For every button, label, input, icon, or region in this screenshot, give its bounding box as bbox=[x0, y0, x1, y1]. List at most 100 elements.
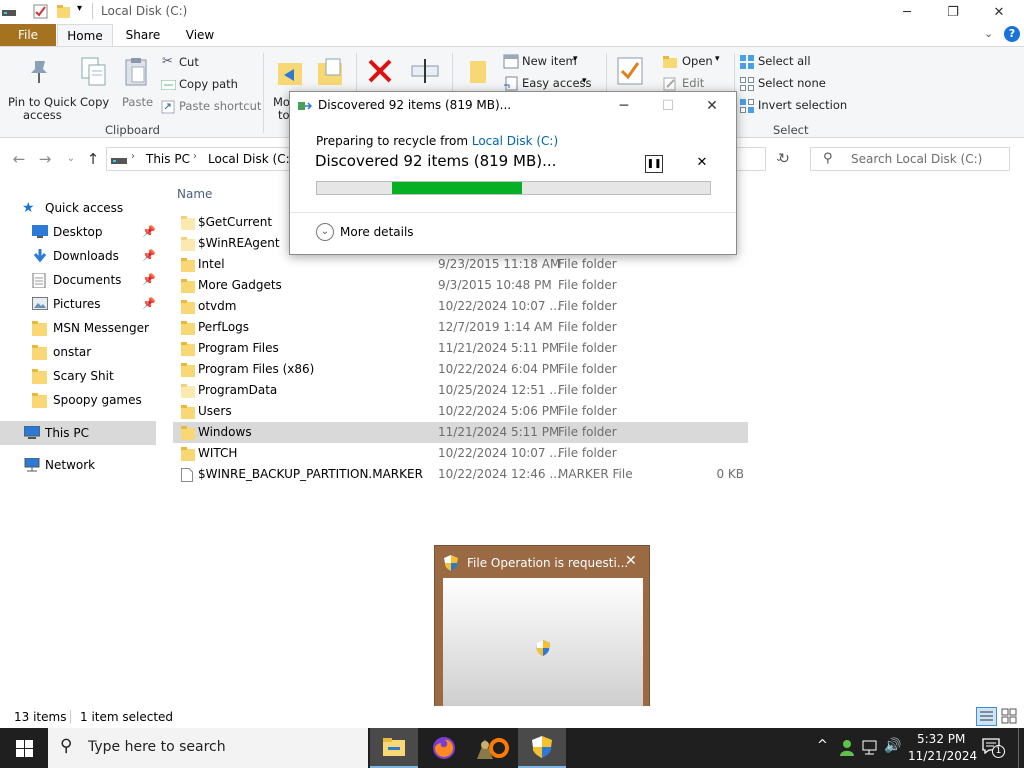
notification-center-button[interactable]: 1 bbox=[982, 738, 1005, 758]
uac-shield-icon bbox=[443, 554, 459, 572]
up-icon[interactable]: ↑ bbox=[82, 148, 104, 170]
invert-selection-button[interactable]: Invert selection bbox=[738, 97, 848, 115]
open-button[interactable]: Open ▾ bbox=[660, 53, 730, 71]
refresh-button[interactable]: ↻ bbox=[772, 148, 796, 170]
clock-time[interactable]: 5:32 PM bbox=[917, 732, 965, 746]
drive-icon[interactable] bbox=[2, 5, 16, 19]
nav-desktop-label: Desktop bbox=[53, 225, 103, 239]
dialog-maximize-button[interactable]: ☐ bbox=[646, 92, 690, 120]
copy-to-icon[interactable] bbox=[316, 57, 346, 87]
uac-close-button[interactable]: ✕ bbox=[625, 553, 637, 569]
folder-icon bbox=[32, 321, 47, 336]
table-row[interactable]: Program Files 11/21/2024 5:11 PM File fold… bbox=[173, 338, 748, 359]
dialog-minimize-button[interactable]: ─ bbox=[602, 92, 646, 120]
new-folder-large-icon[interactable] bbox=[468, 57, 488, 85]
breadcrumb-this-pc[interactable]: This PC bbox=[146, 152, 190, 166]
show-hidden-icons-icon[interactable]: ^ bbox=[817, 738, 828, 753]
folder-icon bbox=[32, 345, 47, 360]
file-date: 10/22/2024 6:04 PM bbox=[438, 362, 560, 376]
pin-icon[interactable]: 📌 bbox=[142, 244, 156, 268]
new-item-button[interactable]: New item ▾ bbox=[501, 53, 601, 71]
table-row[interactable]: Users 10/22/2024 5:06 PM File folder bbox=[173, 401, 748, 422]
title-divider bbox=[92, 3, 93, 19]
progress-heading: Discovered 92 items (819 MB)... bbox=[315, 152, 557, 170]
paste-shortcut-label: Paste shortcut bbox=[179, 99, 262, 113]
help-icon[interactable]: ? bbox=[1004, 26, 1020, 42]
customize-toolbar-icon[interactable]: ▾ bbox=[77, 3, 82, 14]
breadcrumb-local-disk[interactable]: Local Disk (C:) bbox=[208, 152, 294, 166]
close-button[interactable]: ✕ bbox=[976, 0, 1022, 24]
table-row[interactable]: PerfLogs 12/7/2019 1:14 AM File folder bbox=[173, 317, 748, 338]
restore-button[interactable]: ❐ bbox=[930, 0, 976, 24]
taskbar-uac[interactable] bbox=[518, 728, 566, 768]
file-date: 10/22/2024 12:46 ... bbox=[438, 467, 561, 481]
pin-icon[interactable]: 📌 bbox=[142, 292, 156, 316]
table-row[interactable]: $WINRE_BACKUP_PARTITION.MARKER 10/22/2024… bbox=[173, 464, 748, 485]
minimize-button[interactable]: ─ bbox=[884, 0, 930, 24]
source-link[interactable]: Local Disk (C:) bbox=[472, 134, 558, 148]
taskbar-firefox[interactable] bbox=[420, 728, 468, 768]
tab-view[interactable]: View bbox=[175, 24, 225, 46]
show-desktop-button[interactable] bbox=[1018, 728, 1024, 768]
copy-button[interactable]: Copy bbox=[76, 51, 112, 111]
search-box[interactable]: ⚲ Search Local Disk (C:) bbox=[810, 147, 1010, 171]
taskbar: ⚲ Type here to search ^ 🔊 5:32 PM 11/21/… bbox=[0, 728, 1024, 768]
search-placeholder: Search Local Disk (C:) bbox=[851, 152, 983, 166]
more-details-button[interactable]: ⌄ More details bbox=[314, 223, 434, 245]
paste-shortcut-button[interactable]: Paste shortcut bbox=[160, 98, 270, 116]
start-button[interactable] bbox=[0, 728, 48, 768]
properties-icon[interactable] bbox=[33, 4, 48, 19]
large-icons-view-icon[interactable] bbox=[1001, 708, 1017, 724]
rename-icon[interactable] bbox=[410, 57, 440, 85]
computer-icon bbox=[24, 426, 40, 440]
nav-this-pc[interactable]: This PC bbox=[0, 421, 156, 445]
copy-path-button[interactable]: Copy path bbox=[160, 76, 270, 94]
pause-button[interactable]: ❚❚ bbox=[645, 155, 663, 173]
table-row[interactable]: WITCH 10/22/2024 10:07 ... File folder bbox=[173, 443, 748, 464]
clock-date[interactable]: 11/21/2024 bbox=[908, 749, 977, 763]
paste-button[interactable]: Paste bbox=[116, 51, 156, 111]
people-icon[interactable] bbox=[839, 739, 855, 757]
pin-icon[interactable]: 📌 bbox=[142, 220, 156, 244]
file-name: More Gadgets bbox=[198, 278, 282, 292]
new-folder-icon[interactable] bbox=[56, 4, 71, 19]
select-none-icon bbox=[740, 77, 755, 91]
taskbar-app[interactable] bbox=[468, 728, 516, 768]
recent-locations-icon[interactable]: ⌄ bbox=[60, 148, 82, 170]
taskbar-search-box[interactable]: ⚲ Type here to search bbox=[48, 728, 368, 768]
select-all-button[interactable]: Select all bbox=[738, 53, 848, 71]
edit-label: Edit bbox=[682, 76, 705, 90]
expand-ribbon-icon[interactable]: ⌄ bbox=[984, 27, 993, 40]
tab-file[interactable]: File bbox=[0, 24, 56, 46]
table-row[interactable]: Intel 9/23/2015 11:18 AM File folder bbox=[173, 254, 748, 275]
table-row[interactable]: Program Files (x86) 10/22/2024 6:04 PM Fil… bbox=[173, 359, 748, 380]
forward-icon[interactable]: → bbox=[34, 148, 56, 170]
taskbar-file-explorer[interactable] bbox=[370, 728, 418, 768]
pin-icon[interactable]: 📌 bbox=[142, 268, 156, 292]
tab-home[interactable]: Home bbox=[57, 24, 113, 46]
table-row[interactable]: Windows 11/21/2024 5:11 PM File folder bbox=[173, 422, 748, 443]
dialog-close-button[interactable]: ✕ bbox=[690, 92, 734, 120]
tab-share[interactable]: Share bbox=[118, 24, 168, 46]
table-row[interactable]: ProgramData 10/25/2024 12:51 ... File fold… bbox=[173, 380, 748, 401]
cut-button[interactable]: ✂ Cut bbox=[160, 54, 270, 72]
table-row[interactable]: More Gadgets 9/3/2015 10:48 PM File folder bbox=[173, 275, 748, 296]
details-view-icon[interactable] bbox=[976, 707, 997, 726]
volume-icon[interactable]: 🔊 bbox=[884, 738, 901, 754]
select-none-button[interactable]: Select none bbox=[738, 75, 848, 93]
cancel-operation-button[interactable]: ✕ bbox=[693, 154, 711, 172]
delete-icon[interactable] bbox=[366, 57, 394, 85]
properties-large-icon[interactable] bbox=[617, 55, 643, 85]
uac-title: File Operation is requesti... bbox=[467, 556, 629, 570]
back-icon[interactable]: ← bbox=[8, 148, 30, 170]
window-title: Local Disk (C:) bbox=[101, 4, 188, 18]
nav-network[interactable]: Network bbox=[0, 453, 156, 477]
nav-downloads-label: Downloads bbox=[53, 249, 119, 263]
file-size: 0 KB bbox=[716, 467, 744, 481]
folder-icon bbox=[181, 363, 195, 377]
table-row[interactable]: otvdm 10/22/2024 10:07 ... File folder bbox=[173, 296, 748, 317]
paste-shortcut-icon bbox=[161, 100, 175, 114]
pin-quick-access-button[interactable]: Pin to Quick access bbox=[4, 51, 77, 122]
column-header-name[interactable]: Name bbox=[177, 187, 212, 201]
network-tray-icon[interactable] bbox=[862, 740, 880, 755]
